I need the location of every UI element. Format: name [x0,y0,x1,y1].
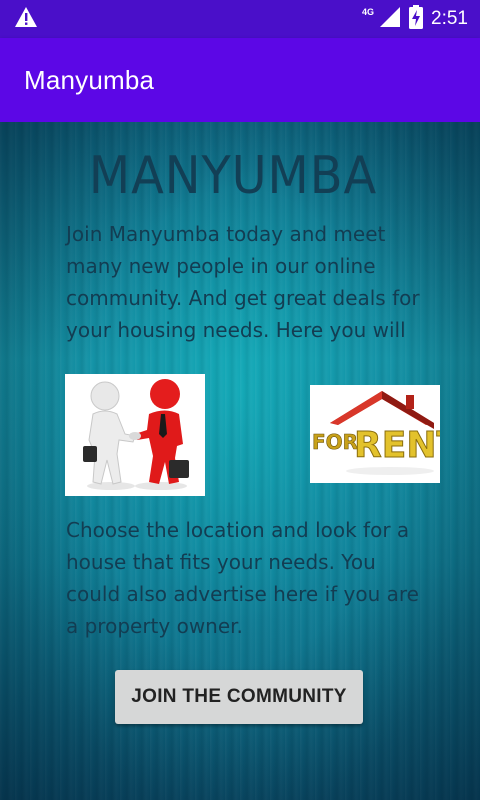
signal-icon [379,6,401,33]
handshake-image [65,374,205,496]
app-bar: Manyumba [0,38,480,122]
join-community-button[interactable]: JOIN THE COMMUNITY [115,670,363,724]
app-title: Manyumba [24,64,155,95]
status-time: 2:51 [431,8,468,29]
for-text: FOR [312,430,358,454]
status-bar: 4G 2:51 [0,0,480,38]
network-type-label: 4G [362,7,375,17]
for-rent-image: FOR RENT [310,385,462,483]
battery-charging-icon [409,4,424,34]
warning-icon [14,6,38,33]
main-content: MANYUMBA Join Manyumba today and meet ma… [0,122,480,800]
brand-heading: MANYUMBA [88,146,378,206]
intro-paragraph: Join Manyumba today and meet many new pe… [66,222,420,342]
instructions-paragraph: Choose the location and look for a house… [66,518,419,638]
rent-text: RENT [354,425,440,466]
